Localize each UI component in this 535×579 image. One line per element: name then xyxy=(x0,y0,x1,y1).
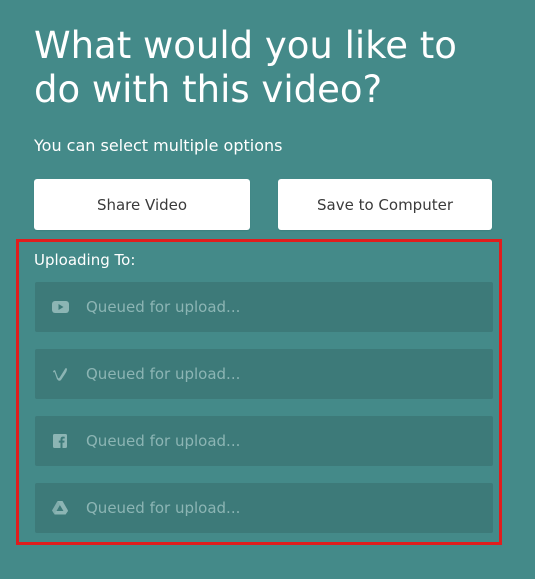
share-video-button[interactable]: Share Video xyxy=(34,179,250,230)
upload-row-youtube: Queued for upload... xyxy=(35,282,493,332)
upload-status: Queued for upload... xyxy=(86,298,241,316)
upload-row-facebook: Queued for upload... xyxy=(35,416,493,466)
upload-status: Queued for upload... xyxy=(86,499,241,517)
youtube-icon xyxy=(50,297,70,317)
vimeo-icon xyxy=(50,364,70,384)
uploading-to-label: Uploading To: xyxy=(34,251,136,269)
upload-row-vimeo: Queued for upload... xyxy=(35,349,493,399)
page-subtitle: You can select multiple options xyxy=(34,136,283,155)
upload-status: Queued for upload... xyxy=(86,365,241,383)
upload-status: Queued for upload... xyxy=(86,432,241,450)
facebook-icon xyxy=(50,431,70,451)
upload-row-google-drive: Queued for upload... xyxy=(35,483,493,533)
google-drive-icon xyxy=(50,498,70,518)
save-to-computer-button[interactable]: Save to Computer xyxy=(278,179,492,230)
page-title: What would you like to do with this vide… xyxy=(34,24,457,111)
